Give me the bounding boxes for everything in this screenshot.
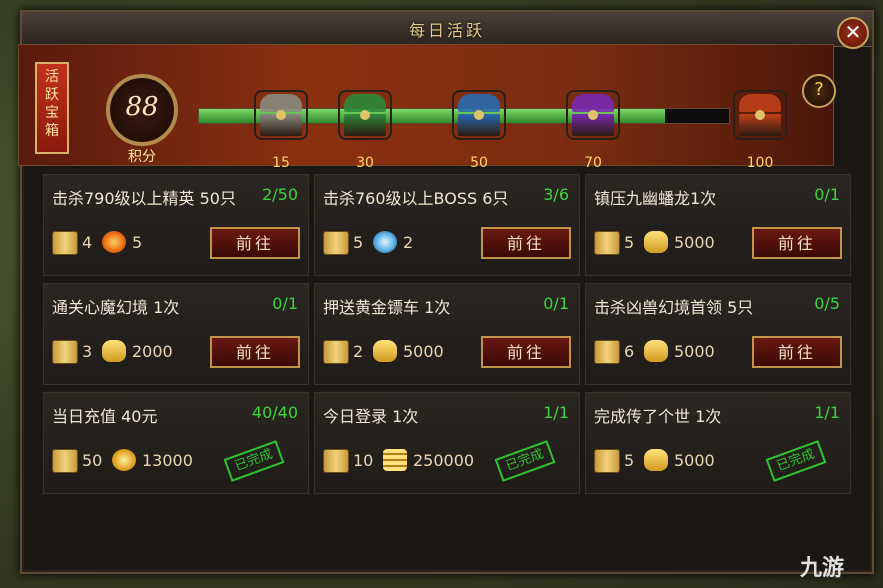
window-title: 每日活跃 bbox=[408, 21, 485, 40]
scroll-icon bbox=[323, 231, 349, 255]
reward-quantity: 5 bbox=[132, 233, 143, 252]
activity-chest-label: 活 跃 宝 箱 bbox=[35, 62, 69, 154]
crystal-icon bbox=[373, 231, 397, 253]
chest-label-char: 跃 bbox=[45, 87, 59, 103]
task-card: 通关心魔幻境 1次 0/1 3 2000 前往 bbox=[43, 283, 309, 385]
reward-quantity: 2 bbox=[403, 233, 414, 252]
activity-score: 88 bbox=[125, 92, 159, 122]
task-card: 镇压九幽蟠龙1次 0/1 5 5000 前往 bbox=[585, 174, 851, 276]
scroll-icon bbox=[323, 449, 349, 473]
go-button[interactable]: 前往 bbox=[752, 336, 842, 368]
milestone-points-label: 50 bbox=[470, 155, 488, 171]
task-card: 击杀790级以上精英 50只 2/50 4 5 前往 bbox=[43, 174, 309, 276]
scroll-icon bbox=[52, 449, 78, 473]
task-title: 押送黄金镖车 1次 bbox=[323, 298, 451, 317]
milestone-points-label: 30 bbox=[356, 155, 374, 171]
go-button[interactable]: 前往 bbox=[210, 336, 300, 368]
reward-quantity: 2000 bbox=[132, 342, 173, 361]
task-title: 击杀凶兽幻境首领 5只 bbox=[594, 298, 754, 317]
reward-quantity: 5 bbox=[624, 451, 635, 470]
gold-coin-icon bbox=[112, 449, 136, 471]
scroll-icon bbox=[594, 231, 620, 255]
task-card: 押送黄金镖车 1次 0/1 2 5000 前往 bbox=[314, 283, 580, 385]
task-progress-count: 1/1 bbox=[543, 403, 569, 422]
close-button[interactable]: ✕ bbox=[837, 17, 869, 49]
chest-green-icon[interactable] bbox=[338, 90, 392, 140]
reward-quantity: 5000 bbox=[674, 233, 715, 252]
milestone-points-label: 70 bbox=[584, 155, 602, 171]
task-card: 当日充值 40元 40/40 50 13000 已完成 bbox=[43, 392, 309, 494]
task-progress-count: 3/6 bbox=[543, 185, 569, 204]
task-progress-count: 0/5 bbox=[814, 294, 840, 313]
score-label: 积分 bbox=[128, 149, 156, 165]
gold-ingot-icon bbox=[644, 449, 668, 471]
reward-quantity: 250000 bbox=[413, 451, 475, 470]
reward-quantity: 5000 bbox=[674, 451, 715, 470]
task-progress-count: 0/1 bbox=[543, 294, 569, 313]
task-progress-count: 40/40 bbox=[251, 403, 298, 422]
gold-ingot-icon bbox=[644, 340, 668, 362]
task-card: 击杀760级以上BOSS 6只 3/6 5 2 前往 bbox=[314, 174, 580, 276]
task-card: 完成传了个世 1次 1/1 5 5000 已完成 bbox=[585, 392, 851, 494]
task-progress-count: 1/1 bbox=[814, 403, 840, 422]
reward-quantity: 5000 bbox=[403, 342, 444, 361]
chest-label-char: 宝 bbox=[45, 105, 59, 121]
scroll-icon bbox=[594, 449, 620, 473]
scroll-icon bbox=[52, 340, 78, 364]
reward-quantity: 6 bbox=[624, 342, 635, 361]
gold-ingot-icon bbox=[644, 231, 668, 253]
go-button[interactable]: 前往 bbox=[481, 336, 571, 368]
chest-blue-icon[interactable] bbox=[452, 90, 506, 140]
task-title: 击杀790级以上精英 50只 bbox=[52, 189, 236, 208]
milestone-points-label: 100 bbox=[746, 155, 774, 171]
task-card: 今日登录 1次 1/1 10 250000 已完成 bbox=[314, 392, 580, 494]
reward-quantity: 2 bbox=[353, 342, 364, 361]
help-button[interactable]: ? bbox=[802, 74, 836, 108]
chest-red-gold-icon[interactable] bbox=[733, 90, 787, 140]
go-button[interactable]: 前往 bbox=[210, 227, 300, 259]
coin-stack-icon bbox=[383, 449, 407, 471]
scroll-icon bbox=[52, 231, 78, 255]
reward-quantity: 5 bbox=[624, 233, 635, 252]
task-title: 通关心魔幻境 1次 bbox=[52, 298, 180, 317]
reward-quantity: 4 bbox=[82, 233, 93, 252]
gold-ingot-icon bbox=[102, 340, 126, 362]
chest-purple-icon[interactable] bbox=[566, 90, 620, 140]
task-progress-count: 0/1 bbox=[814, 185, 840, 204]
reward-quantity: 5000 bbox=[674, 342, 715, 361]
reward-quantity: 5 bbox=[353, 233, 364, 252]
task-progress-count: 2/50 bbox=[262, 185, 298, 204]
completed-stamp: 已完成 bbox=[494, 440, 556, 482]
task-progress-count: 0/1 bbox=[272, 294, 298, 313]
scroll-icon bbox=[594, 340, 620, 364]
chest-label-char: 活 bbox=[45, 69, 59, 85]
scroll-icon bbox=[323, 340, 349, 364]
gold-ingot-icon bbox=[373, 340, 397, 362]
completed-stamp: 已完成 bbox=[223, 440, 285, 482]
task-card: 击杀凶兽幻境首领 5只 0/5 6 5000 前往 bbox=[585, 283, 851, 385]
task-title: 击杀760级以上BOSS 6只 bbox=[323, 189, 509, 208]
reward-quantity: 3 bbox=[82, 342, 93, 361]
task-title: 当日充值 40元 bbox=[52, 407, 158, 426]
task-title: 完成传了个世 1次 bbox=[594, 407, 722, 426]
reward-quantity: 50 bbox=[82, 451, 103, 470]
reward-quantity: 10 bbox=[353, 451, 374, 470]
chest-gray-icon[interactable] bbox=[254, 90, 308, 140]
completed-stamp: 已完成 bbox=[765, 440, 827, 482]
title-bar: 每日活跃 ✕ bbox=[22, 12, 872, 49]
task-title: 镇压九幽蟠龙1次 bbox=[594, 189, 717, 208]
milestone-points-label: 15 bbox=[272, 155, 290, 171]
fire-orb-icon bbox=[102, 231, 126, 253]
go-button[interactable]: 前往 bbox=[752, 227, 842, 259]
go-button[interactable]: 前往 bbox=[481, 227, 571, 259]
task-title: 今日登录 1次 bbox=[323, 407, 419, 426]
chest-label-char: 箱 bbox=[45, 123, 59, 139]
watermark-logo: 九游 bbox=[800, 556, 845, 581]
reward-quantity: 13000 bbox=[142, 451, 193, 470]
